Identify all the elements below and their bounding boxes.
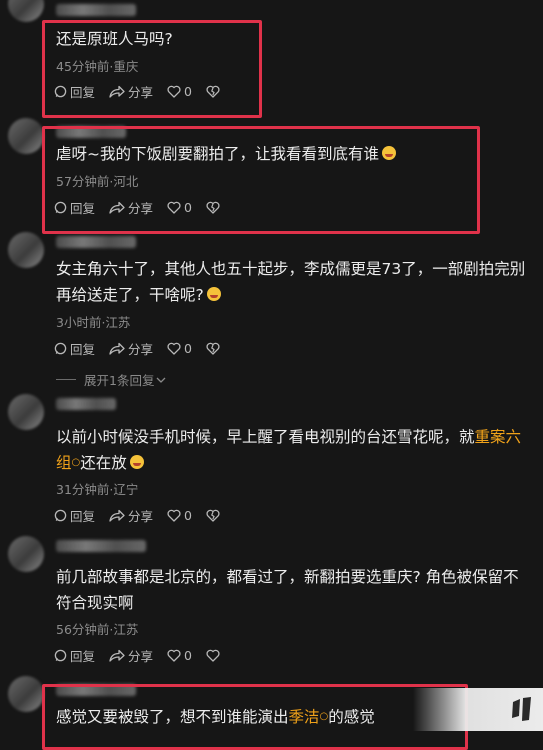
dislike-button[interactable] (206, 509, 223, 522)
like-button[interactable]: 0 (167, 200, 192, 215)
share-button[interactable]: 分享 (109, 198, 153, 217)
share-label: 分享 (128, 201, 154, 216)
like-count: 0 (184, 200, 192, 215)
share-arrow-icon (109, 85, 125, 98)
reply-button[interactable]: 回复 (54, 646, 95, 665)
expand-replies-button[interactable]: 展开1条回复 (56, 370, 166, 389)
dislike-button[interactable] (206, 342, 223, 355)
share-button[interactable]: 分享 (109, 506, 153, 525)
share-arrow-icon (109, 342, 125, 355)
comment-text-body: 女主角六十了，其他人也五十起步，李成儒更是73了，一部剧拍完别再给送走了，干啥呢… (56, 260, 526, 304)
comment-meta: 45分钟前·重庆 (56, 59, 139, 74)
avatar[interactable] (8, 536, 44, 572)
chevron-down-icon (156, 377, 166, 383)
share-label: 分享 (128, 342, 154, 357)
comment-text-tail: 的感觉 (328, 708, 375, 726)
reply-button[interactable]: 回复 (54, 339, 95, 358)
broken-heart-icon (206, 342, 220, 355)
broken-heart-icon (206, 649, 220, 662)
like-count: 0 (184, 648, 192, 663)
search-link[interactable]: 季洁 (289, 708, 320, 726)
divider-line (56, 379, 76, 380)
reply-button[interactable]: 回复 (54, 198, 95, 217)
comment-actions: 回复 分享 0 (54, 198, 237, 217)
dislike-button[interactable] (206, 649, 223, 662)
comment-text: 还是原班人马吗? (56, 30, 173, 48)
comment-actions: 回复 分享 0 (54, 646, 237, 665)
comment-text: 虐呀~我的下饭剧要翻拍了，让我看看到底有谁 (56, 141, 526, 167)
avatar[interactable] (8, 232, 44, 268)
share-button[interactable]: 分享 (109, 82, 153, 101)
grin-emoji-icon (382, 146, 396, 160)
like-count: 0 (184, 341, 192, 356)
comment-bubble-icon (54, 509, 67, 522)
comment-bubble-icon (54, 201, 67, 214)
comment-meta: 56分钟前·江苏 (56, 622, 139, 637)
share-arrow-icon (109, 649, 125, 662)
comment-actions: 回复 分享 0 (54, 339, 237, 358)
like-count: 0 (184, 84, 192, 99)
share-label: 分享 (128, 85, 154, 100)
comment-text-body: 虐呀~我的下饭剧要翻拍了，让我看看到底有谁 (56, 145, 379, 163)
share-button[interactable]: 分享 (109, 339, 153, 358)
comment-bubble-icon (54, 85, 67, 98)
reply-button[interactable]: 回复 (54, 82, 95, 101)
comment-bubble-icon (54, 342, 67, 355)
avatar[interactable] (8, 394, 44, 430)
reply-label: 回复 (70, 342, 96, 357)
search-mark-icon: ○ (319, 711, 329, 722)
comment-actions: 回复 分享 0 (54, 82, 237, 101)
avatar[interactable] (8, 0, 44, 22)
share-button[interactable]: 分享 (109, 646, 153, 665)
share-arrow-icon (109, 509, 125, 522)
username-blurred[interactable] (56, 4, 136, 16)
broken-heart-icon (206, 201, 220, 214)
username-blurred[interactable] (56, 540, 146, 552)
avatar[interactable] (8, 118, 44, 154)
dislike-button[interactable] (206, 201, 223, 214)
share-label: 分享 (128, 509, 154, 524)
laugh-emoji-icon (129, 455, 144, 469)
comment-text-body: 感觉又要被毁了，想不到谁能演出 (56, 708, 289, 726)
comment-text-body: 以前小时候没手机时候，早上醒了看电视别的台还雪花呢，就 (56, 428, 475, 446)
comment-text-tail: 还在放 (80, 454, 127, 472)
like-button[interactable]: 0 (167, 341, 192, 356)
heart-icon (167, 509, 181, 522)
heart-icon (167, 342, 181, 355)
username-blurred[interactable] (56, 398, 116, 410)
comment-meta: 31分钟前·辽宁 (56, 482, 139, 497)
avatar[interactable] (8, 676, 44, 712)
comment-text: 女主角六十了，其他人也五十起步，李成儒更是73了，一部剧拍完别再给送走了，干啥呢… (56, 256, 526, 308)
comment-actions: 回复 分享 0 (54, 506, 237, 525)
comment-meta: 3小时前·江苏 (56, 315, 131, 330)
like-button[interactable]: 0 (167, 648, 192, 663)
comment-bubble-icon (54, 649, 67, 662)
heart-icon (167, 85, 181, 98)
like-button[interactable]: 0 (167, 84, 192, 99)
username-blurred[interactable] (56, 684, 136, 696)
heart-icon (167, 201, 181, 214)
broken-heart-icon (206, 509, 220, 522)
reply-label: 回复 (70, 509, 96, 524)
heart-icon (167, 649, 181, 662)
comment-text: 前几部故事都是北京的，都看过了，新翻拍要选重庆? 角色被保留不符合现实啊 (56, 568, 519, 612)
comment-meta: 57分钟前·河北 (56, 174, 139, 189)
share-label: 分享 (128, 649, 154, 664)
reply-label: 回复 (70, 85, 96, 100)
dislike-button[interactable] (206, 85, 223, 98)
reply-label: 回复 (70, 649, 96, 664)
like-count: 0 (184, 508, 192, 523)
expand-replies-label: 展开1条回复 (84, 373, 155, 388)
reply-label: 回复 (70, 201, 96, 216)
share-arrow-icon (109, 201, 125, 214)
username-blurred[interactable] (56, 126, 126, 138)
search-mark-icon: ○ (71, 457, 81, 468)
like-button[interactable]: 0 (167, 508, 192, 523)
laugh-emoji-icon (206, 287, 221, 301)
broken-heart-icon (206, 85, 220, 98)
watermark-logo-icon (512, 697, 531, 721)
comment-text: 以前小时候没手机时候，早上醒了看电视别的台还雪花呢，就重案六组○还在放 (56, 424, 526, 476)
reply-button[interactable]: 回复 (54, 506, 95, 525)
username-blurred[interactable] (56, 236, 136, 248)
